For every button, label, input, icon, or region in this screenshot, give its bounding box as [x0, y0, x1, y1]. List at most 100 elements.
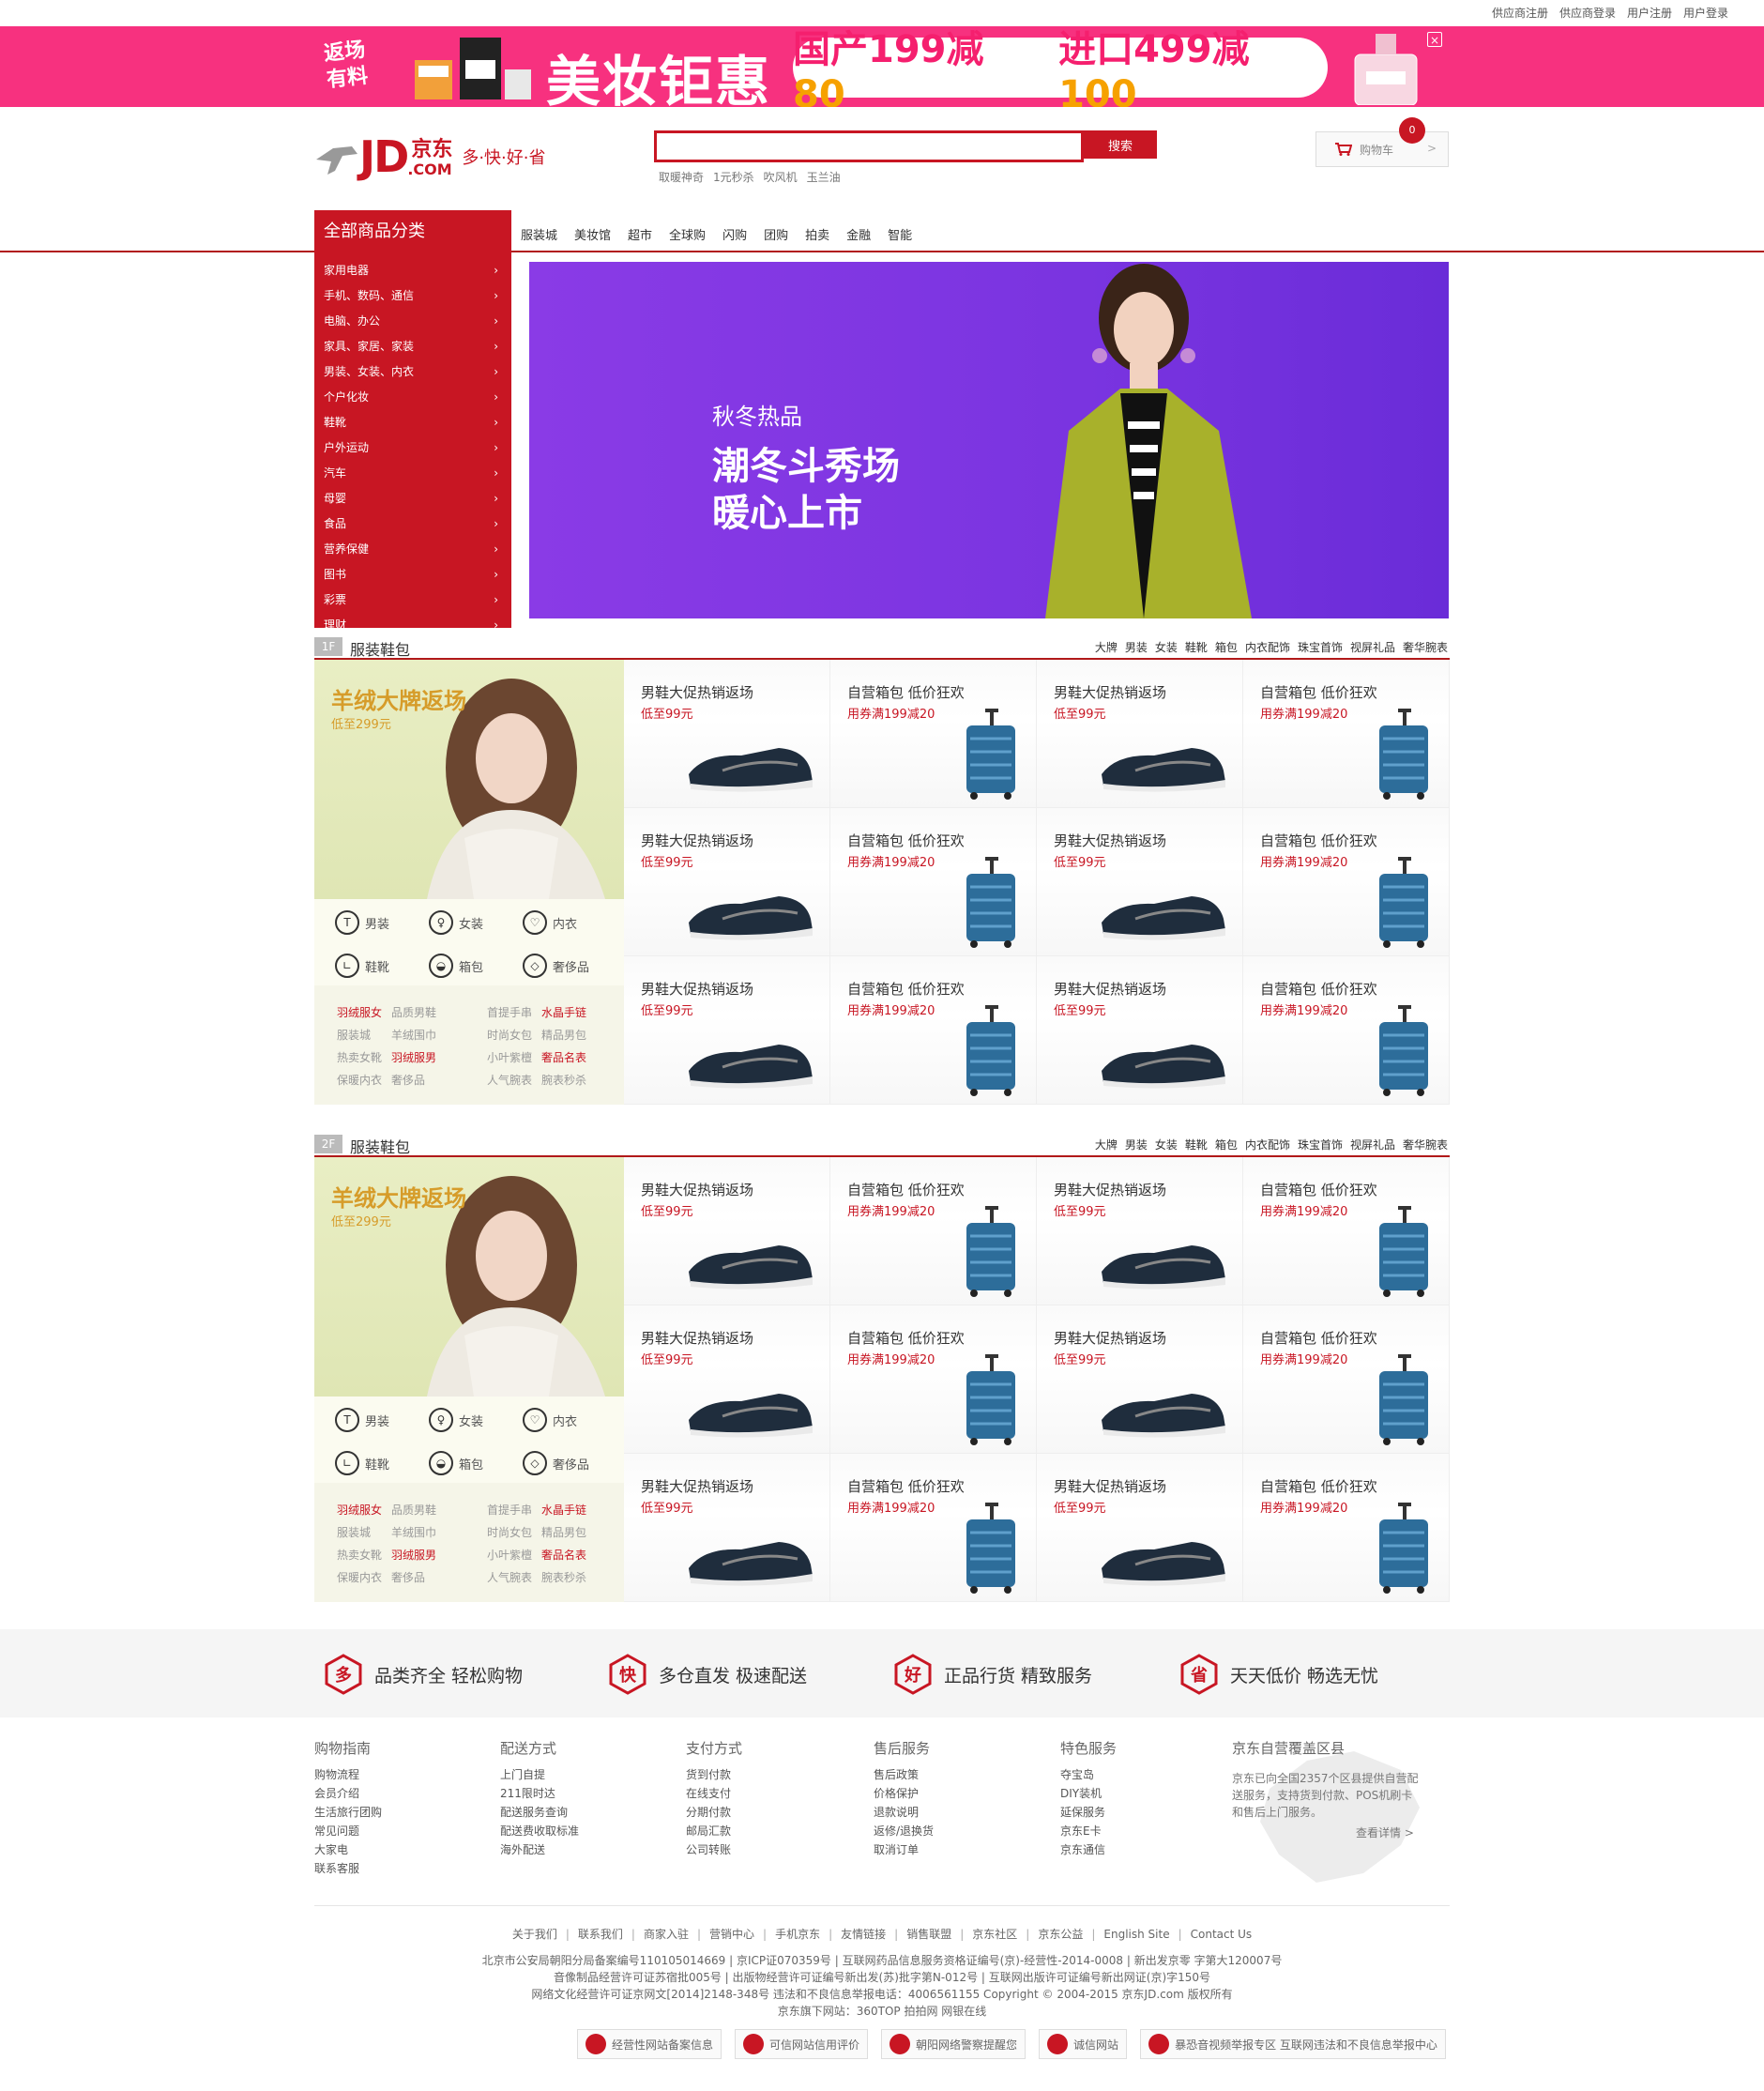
- keyword-link[interactable]: 腕表秒杀: [541, 1072, 596, 1088]
- product-tile[interactable]: 自营箱包 低价狂欢 用券满199减20: [1243, 1454, 1450, 1602]
- footer-link[interactable]: 配送费收取标准: [500, 1822, 579, 1840]
- keyword-link[interactable]: 人气腕表: [487, 1569, 541, 1585]
- footer-nav-link[interactable]: 联系我们: [578, 1928, 623, 1941]
- hotword[interactable]: 1元秒杀: [713, 169, 754, 185]
- footer-link[interactable]: 售后政策: [874, 1765, 934, 1784]
- floor-tab[interactable]: 奢华腕表: [1403, 639, 1448, 655]
- floor-tab[interactable]: 大牌: [1095, 1137, 1118, 1152]
- footer-link[interactable]: 价格保护: [874, 1784, 934, 1803]
- nav-link[interactable]: 服装城: [521, 225, 557, 243]
- nav-link[interactable]: 美妆馆: [574, 225, 611, 243]
- floor-tab[interactable]: 大牌: [1095, 639, 1118, 655]
- keyword-link[interactable]: 奢品名表: [541, 1049, 596, 1065]
- product-tile[interactable]: 自营箱包 低价狂欢 用券满199减20: [1243, 660, 1450, 808]
- product-tile[interactable]: 男鞋大促热销返场 低至99元: [624, 1454, 830, 1602]
- search-button[interactable]: 搜索: [1084, 130, 1157, 159]
- keyword-link[interactable]: 羽绒服男: [391, 1049, 446, 1065]
- floor-category[interactable]: T 男装: [335, 1406, 429, 1434]
- keyword-link[interactable]: 奢品名表: [541, 1547, 596, 1563]
- nav-link[interactable]: 拍卖: [805, 225, 829, 243]
- keyword-link[interactable]: 腕表秒杀: [541, 1569, 596, 1585]
- trust-badge[interactable]: 朝阳网络警察提醒您: [881, 2029, 1026, 2059]
- footer-link[interactable]: 公司转账: [686, 1840, 742, 1859]
- keyword-link[interactable]: 时尚女包: [487, 1524, 541, 1540]
- product-tile[interactable]: 自营箱包 低价狂欢 用券满199减20: [830, 1305, 1037, 1454]
- product-tile[interactable]: 男鞋大促热销返场 低至99元: [1037, 1305, 1243, 1454]
- category-item[interactable]: 图书 ›: [314, 562, 511, 588]
- nav-link[interactable]: 智能: [888, 225, 912, 243]
- hotword[interactable]: 取暖神奇: [659, 169, 704, 185]
- floor-hero[interactable]: 羊绒大牌返场 低至299元: [314, 660, 624, 899]
- product-tile[interactable]: 男鞋大促热销返场 低至99元: [1037, 1454, 1243, 1602]
- footer-nav-link[interactable]: 京东社区: [972, 1928, 1017, 1941]
- user-register-link[interactable]: 用户注册: [1627, 5, 1672, 21]
- keyword-link[interactable]: 服装城: [337, 1027, 391, 1043]
- keyword-link[interactable]: 热卖女靴: [337, 1049, 391, 1065]
- keyword-link[interactable]: 水晶手链: [541, 1004, 596, 1020]
- footer-link[interactable]: 邮局汇款: [686, 1822, 742, 1840]
- hotword[interactable]: 吹风机: [764, 169, 798, 185]
- footer-link[interactable]: 会员介绍: [314, 1784, 382, 1803]
- footer-link[interactable]: 常见问题: [314, 1822, 382, 1840]
- category-item[interactable]: 汽车 ›: [314, 461, 511, 486]
- footer-link[interactable]: 上门自提: [500, 1765, 579, 1784]
- keyword-link[interactable]: 精品男包: [541, 1524, 596, 1540]
- product-tile[interactable]: 自营箱包 低价狂欢 用券满199减20: [830, 1157, 1037, 1305]
- footer-link[interactable]: 在线支付: [686, 1784, 742, 1803]
- floor-hero[interactable]: 羊绒大牌返场 低至299元: [314, 1157, 624, 1397]
- product-tile[interactable]: 自营箱包 低价狂欢 用券满199减20: [830, 660, 1037, 808]
- category-item[interactable]: 手机、数码、通信 ›: [314, 283, 511, 309]
- keyword-link[interactable]: 奢侈品: [391, 1072, 446, 1088]
- footer-link[interactable]: 大家电: [314, 1840, 382, 1859]
- floor-category[interactable]: ♀ 女装: [429, 908, 523, 937]
- product-tile[interactable]: 男鞋大促热销返场 低至99元: [624, 808, 830, 956]
- floor-category[interactable]: ♀ 女装: [429, 1406, 523, 1434]
- footer-nav-link[interactable]: 营销中心: [709, 1928, 754, 1941]
- floor-tab[interactable]: 内衣配饰: [1245, 1137, 1290, 1152]
- coverage-more-link[interactable]: 查看详情 >: [1356, 1824, 1414, 1840]
- keyword-link[interactable]: 小叶紫檀: [487, 1547, 541, 1563]
- product-tile[interactable]: 男鞋大促热销返场 低至99元: [1037, 660, 1243, 808]
- floor-tab[interactable]: 视屏礼品: [1350, 1137, 1395, 1152]
- keyword-link[interactable]: 保暖内衣: [337, 1569, 391, 1585]
- category-item[interactable]: 男装、女装、内衣 ›: [314, 359, 511, 385]
- hotword[interactable]: 玉兰油: [807, 169, 841, 185]
- keyword-link[interactable]: 品质男鞋: [391, 1502, 446, 1518]
- floor-category[interactable]: ♡ 内衣: [523, 1406, 616, 1434]
- footer-link[interactable]: 京东通信: [1060, 1840, 1117, 1859]
- category-item[interactable]: 个户化妆 ›: [314, 385, 511, 410]
- footer-link[interactable]: 取消订单: [874, 1840, 934, 1859]
- keyword-link[interactable]: 人气腕表: [487, 1072, 541, 1088]
- product-tile[interactable]: 自营箱包 低价狂欢 用券满199减20: [1243, 808, 1450, 956]
- floor-tab[interactable]: 男装: [1125, 1137, 1148, 1152]
- category-item[interactable]: 食品 ›: [314, 511, 511, 537]
- close-icon[interactable]: ×: [1427, 32, 1442, 47]
- search-input[interactable]: [654, 130, 1084, 162]
- footer-link[interactable]: 退款说明: [874, 1803, 934, 1822]
- floor-tab[interactable]: 箱包: [1215, 639, 1238, 655]
- footer-nav-link[interactable]: 商家入驻: [644, 1928, 689, 1941]
- floor-tab[interactable]: 视屏礼品: [1350, 639, 1395, 655]
- nav-link[interactable]: 金融: [846, 225, 871, 243]
- footer-link[interactable]: DIY装机: [1060, 1784, 1117, 1803]
- floor-tab[interactable]: 内衣配饰: [1245, 639, 1290, 655]
- keyword-link[interactable]: 羽绒服男: [391, 1547, 446, 1563]
- trust-badge[interactable]: 可信网站信用评价: [735, 2029, 869, 2059]
- footer-link[interactable]: 货到付款: [686, 1765, 742, 1784]
- footer-nav-link[interactable]: 友情链接: [841, 1928, 886, 1941]
- floor-tab[interactable]: 鞋靴: [1185, 639, 1208, 655]
- jd-logo[interactable]: JD 京东 .COM 多·快·好·省: [314, 135, 546, 178]
- product-tile[interactable]: 男鞋大促热销返场 低至99元: [1037, 1157, 1243, 1305]
- floor-tab[interactable]: 珠宝首饰: [1298, 1137, 1343, 1152]
- product-tile[interactable]: 自营箱包 低价狂欢 用券满199减20: [1243, 1305, 1450, 1454]
- product-tile[interactable]: 男鞋大促热销返场 低至99元: [1037, 808, 1243, 956]
- footer-link[interactable]: 延保服务: [1060, 1803, 1117, 1822]
- product-tile[interactable]: 自营箱包 低价狂欢 用券满199减20: [830, 1454, 1037, 1602]
- keyword-link[interactable]: 羊绒围巾: [391, 1524, 446, 1540]
- footer-link[interactable]: 京东E卡: [1060, 1822, 1117, 1840]
- trust-badge[interactable]: 诚信网站: [1039, 2029, 1128, 2059]
- product-tile[interactable]: 自营箱包 低价狂欢 用券满199减20: [830, 808, 1037, 956]
- floor-tab[interactable]: 女装: [1155, 1137, 1178, 1152]
- keyword-link[interactable]: 热卖女靴: [337, 1547, 391, 1563]
- floor-category[interactable]: ♡ 内衣: [523, 908, 616, 937]
